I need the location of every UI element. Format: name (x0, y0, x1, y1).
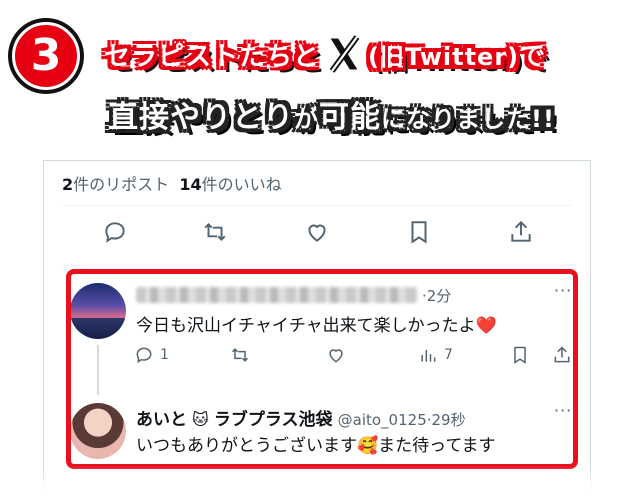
reposts-count[interactable]: 2 (62, 175, 73, 194)
share-icon[interactable] (508, 219, 540, 251)
divider (62, 205, 572, 206)
likes-count[interactable]: 14 (179, 175, 201, 194)
post-action-bar (44, 219, 590, 251)
old-twitter-note: (旧Twitter) (368, 42, 520, 71)
engagement-stats: 2件のリポスト 14件のいいね (62, 171, 282, 195)
like-icon[interactable] (304, 219, 336, 251)
divider (62, 265, 572, 266)
headline-suffix: で (519, 41, 547, 72)
headline-line-1: セラピストたちと (旧Twitter) で (104, 34, 546, 74)
likes-label[interactable]: 件のいいね (202, 175, 282, 194)
bottom-fade (0, 466, 634, 500)
headline-line-2: 直接やりとりが可能になりました!! (108, 92, 555, 136)
step-number-badge: 3 (12, 22, 80, 90)
headline-banner: 3 セラピストたちと (旧Twitter) で 直接やりとりが可能になりました!… (0, 0, 634, 150)
headline-part-c: 可能 (319, 100, 381, 135)
repost-icon[interactable] (202, 219, 234, 251)
bookmark-icon[interactable] (406, 219, 438, 251)
headline-part-a: 直接やりとり (108, 100, 294, 135)
reposts-label[interactable]: 件のリポスト (73, 175, 169, 194)
reply-icon[interactable] (102, 219, 134, 251)
post-card: 2件のリポスト 14件のいいね ·2分 ··· 今日も沢山イチャイチャ出来て楽し… (43, 160, 591, 500)
headline-part-d: になりました!! (381, 105, 555, 133)
headline-text: セラピストたちと (104, 41, 321, 72)
headline-part-b: が (294, 105, 319, 133)
x-logo-icon (324, 34, 364, 74)
highlight-frame (66, 269, 578, 469)
